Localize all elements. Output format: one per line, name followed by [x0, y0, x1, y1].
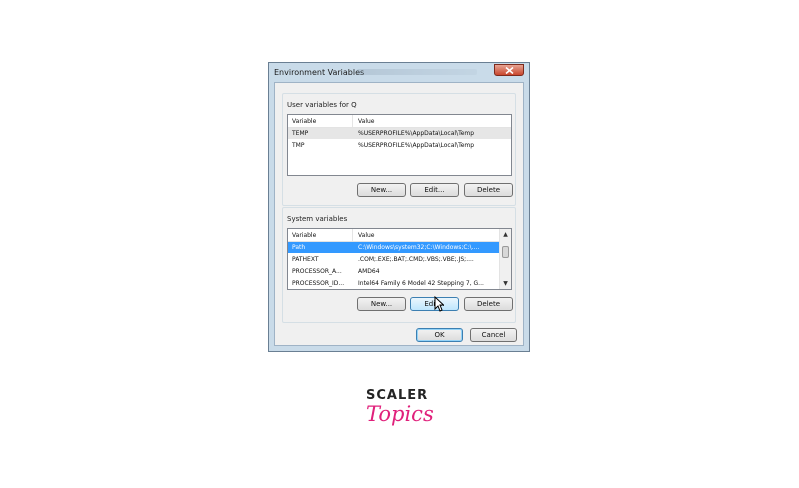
- column-separator[interactable]: [352, 229, 353, 241]
- scrollbar-thumb[interactable]: [502, 246, 509, 258]
- row-value: %USERPROFILE%\AppData\Local\Temp: [358, 142, 475, 149]
- logo-line-scaler: SCALER: [366, 388, 429, 403]
- user-edit-button[interactable]: Edit...: [410, 183, 459, 197]
- close-button[interactable]: [494, 64, 524, 76]
- cancel-button[interactable]: Cancel: [470, 328, 517, 342]
- row-value: AMD64: [358, 268, 380, 275]
- environment-variables-dialog: Environment Variables User variables for…: [268, 62, 530, 352]
- row-variable: PROCESSOR_A...: [292, 268, 342, 275]
- row-variable: TMP: [292, 142, 305, 149]
- row-variable: TEMP: [292, 130, 309, 137]
- system-variables-list[interactable]: Variable Value Path C:\Windows\system32;…: [287, 228, 512, 290]
- dialog-client-area: User variables for Q Variable Value TEMP…: [274, 82, 524, 346]
- close-icon: [505, 67, 514, 74]
- list-row-processor-id[interactable]: PROCESSOR_ID... Intel64 Family 6 Model 4…: [288, 278, 500, 289]
- scaler-topics-logo: SCALER Topics: [362, 388, 442, 448]
- user-delete-button[interactable]: Delete: [464, 183, 513, 197]
- row-value: .COM;.EXE;.BAT;.CMD;.VBS;.VBE;.JS;....: [358, 256, 474, 263]
- list-row-pathext[interactable]: PATHEXT .COM;.EXE;.BAT;.CMD;.VBS;.VBE;.J…: [288, 254, 500, 265]
- list-row-tmp[interactable]: TMP %USERPROFILE%\AppData\Local\Temp: [288, 140, 511, 151]
- system-variables-group: System variables Variable Value Path C:\…: [282, 207, 516, 323]
- logo-line-topics: Topics: [366, 402, 434, 426]
- title-bar[interactable]: Environment Variables: [269, 63, 529, 81]
- user-new-button[interactable]: New...: [357, 183, 406, 197]
- system-delete-button[interactable]: Delete: [464, 297, 513, 311]
- user-variables-list[interactable]: Variable Value TEMP %USERPROFILE%\AppDat…: [287, 114, 512, 176]
- row-value: Intel64 Family 6 Model 42 Stepping 7, G.…: [358, 280, 484, 287]
- list-header: Variable Value: [288, 229, 511, 242]
- mouse-pointer-icon: [434, 296, 444, 312]
- row-variable: PROCESSOR_ID...: [292, 280, 345, 287]
- row-variable: PATHEXT: [292, 256, 319, 263]
- list-header: Variable Value: [288, 115, 511, 128]
- row-variable: Path: [292, 244, 306, 251]
- user-variables-label: User variables for Q: [287, 101, 357, 109]
- row-value: C:\Windows\system32;C:\Windows;C:\....: [358, 244, 480, 251]
- system-variables-label: System variables: [287, 215, 348, 223]
- ok-button[interactable]: OK: [416, 328, 463, 342]
- title-bar-ghost-text: [357, 69, 477, 75]
- list-row-path[interactable]: Path C:\Windows\system32;C:\Windows;C:\.…: [288, 242, 500, 253]
- column-header-variable[interactable]: Variable: [292, 118, 316, 125]
- vertical-scrollbar[interactable]: ▲ ▼: [499, 229, 511, 289]
- window-title: Environment Variables: [274, 68, 365, 77]
- column-header-value[interactable]: Value: [358, 232, 374, 239]
- row-value: %USERPROFILE%\AppData\Local\Temp: [358, 130, 475, 137]
- system-new-button[interactable]: New...: [357, 297, 406, 311]
- user-variables-group: User variables for Q Variable Value TEMP…: [282, 93, 516, 206]
- scroll-down-arrow-icon[interactable]: ▼: [500, 278, 511, 289]
- list-row-temp[interactable]: TEMP %USERPROFILE%\AppData\Local\Temp: [288, 128, 511, 139]
- column-header-variable[interactable]: Variable: [292, 232, 316, 239]
- scroll-up-arrow-icon[interactable]: ▲: [500, 229, 511, 240]
- column-separator[interactable]: [352, 115, 353, 127]
- column-header-value[interactable]: Value: [358, 118, 374, 125]
- list-row-processor-arch[interactable]: PROCESSOR_A... AMD64: [288, 266, 500, 277]
